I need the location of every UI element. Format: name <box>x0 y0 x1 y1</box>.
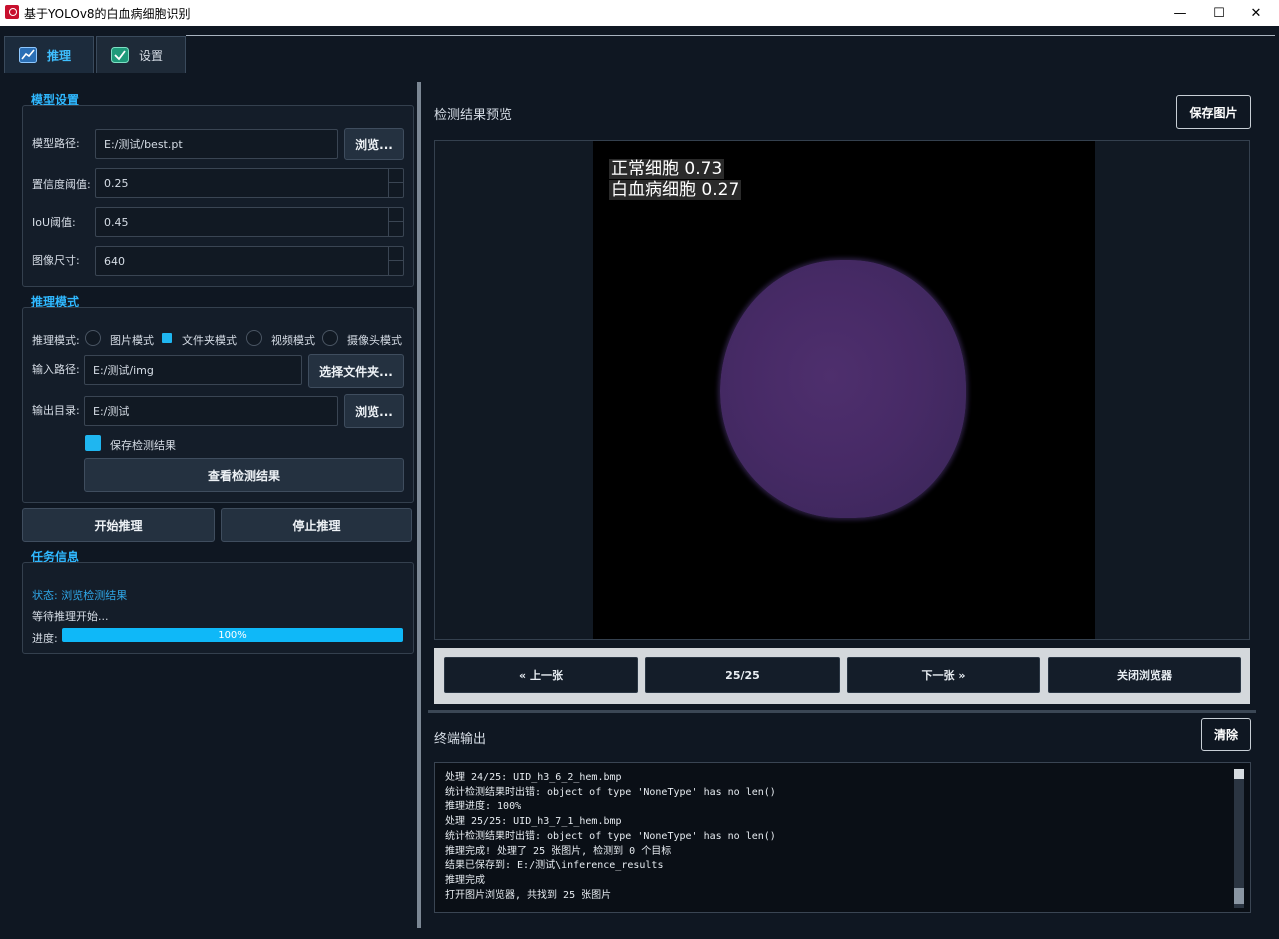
conf-value: 0.25 <box>104 176 129 190</box>
tab-inference[interactable]: 推理 <box>4 36 94 73</box>
terminal-line: 处理 25/25: UID_h3_7_1_hem.bmp <box>445 816 622 828</box>
radio-camera-mode-label: 摄像头模式 <box>347 334 402 347</box>
tab-settings-label: 设置 <box>139 48 164 63</box>
radio-image-mode[interactable] <box>85 330 101 346</box>
iou-spinbox[interactable]: 0.45 <box>95 207 404 237</box>
radio-video-mode-label: 视频模式 <box>271 334 315 347</box>
tab-divider <box>186 35 1275 36</box>
clear-button[interactable]: 清除 <box>1201 718 1251 751</box>
terminal-line: 推理完成 <box>445 874 485 886</box>
imgsz-spin-buttons[interactable] <box>388 246 403 276</box>
terminal-line: 结果已保存到: E:/测试\inference_results <box>445 860 664 872</box>
view-results-button[interactable]: 查看检测结果 <box>84 458 404 492</box>
detection-image: 正常细胞 0.73 白血病细胞 0.27 <box>593 141 1095 639</box>
radio-video-mode[interactable] <box>246 330 262 346</box>
input-path-field[interactable]: E:/测试/img <box>84 355 302 385</box>
progress-label: 进度: <box>32 632 58 645</box>
progress-text: 100% <box>218 629 247 641</box>
radio-image-mode-label: 图片模式 <box>110 334 154 347</box>
radio-folder-mode[interactable] <box>162 333 172 343</box>
progress-bar: 100% <box>62 628 403 642</box>
image-counter: 25/25 <box>645 657 840 693</box>
scroll-up-arrow[interactable] <box>1234 769 1244 779</box>
tab-bar: 推理 设置 <box>0 26 1279 74</box>
next-image-button[interactable]: 下一张 » <box>847 657 1040 693</box>
window-titlebar: 基于YOLOv8的白血病细胞识别 — ☐ ✕ <box>0 0 1279 26</box>
close-browser-button[interactable]: 关闭浏览器 <box>1048 657 1241 693</box>
terminal-scrollbar[interactable] <box>1234 769 1244 908</box>
model-path-label: 模型路径: <box>32 137 80 150</box>
radio-folder-mode-label: 文件夹模式 <box>182 334 237 347</box>
tab-inference-label: 推理 <box>47 48 72 63</box>
mode-label: 推理模式: <box>32 334 80 347</box>
terminal-title: 终端输出 <box>434 732 487 747</box>
model-path-input[interactable]: E:/测试/best.pt <box>95 129 338 159</box>
output-dir-label: 输出目录: <box>32 404 80 417</box>
panel-splitter[interactable] <box>417 82 421 928</box>
conf-label: 置信度阈值: <box>32 178 91 191</box>
save-image-button[interactable]: 保存图片 <box>1176 95 1251 129</box>
chart-icon <box>19 47 37 63</box>
status-text: 状态: 浏览检测结果 <box>32 589 128 602</box>
detection-label-leukemia: 白血病细胞 0.27 <box>609 180 742 200</box>
tab-settings[interactable]: 设置 <box>96 36 186 73</box>
scroll-thumb[interactable] <box>1234 888 1244 904</box>
terminal-line: 统计检测结果时出错: object of type 'NoneType' has… <box>445 830 776 842</box>
image-navigator: « 上一张 25/25 下一张 » 关闭浏览器 <box>434 648 1250 704</box>
preview-title: 检测结果预览 <box>434 108 513 123</box>
input-path-label: 输入路径: <box>32 363 80 376</box>
model-browse-button[interactable]: 浏览... <box>344 128 404 160</box>
prev-image-button[interactable]: « 上一张 <box>444 657 638 693</box>
terminal-text: 处理 24/25: UID_h3_6_2_hem.bmp 统计检测结果时出错: … <box>445 771 776 903</box>
terminal-line: 打开图片浏览器, 共找到 25 张图片 <box>445 889 612 901</box>
window-title: 基于YOLOv8的白血病细胞识别 <box>24 7 191 21</box>
preview-panel: 正常细胞 0.73 白血病细胞 0.27 <box>434 140 1250 640</box>
select-folder-button[interactable]: 选择文件夹... <box>308 354 404 388</box>
vertical-splitter[interactable] <box>428 710 1256 713</box>
output-browse-button[interactable]: 浏览... <box>344 394 404 428</box>
iou-spin-buttons[interactable] <box>388 207 403 237</box>
terminal-line: 处理 24/25: UID_h3_6_2_hem.bmp <box>445 772 622 783</box>
save-results-label: 保存检测结果 <box>110 439 176 452</box>
detection-label-normal: 正常细胞 0.73 <box>609 159 725 179</box>
start-inference-button[interactable]: 开始推理 <box>22 508 215 542</box>
close-button[interactable]: ✕ <box>1233 0 1279 26</box>
imgsz-value: 640 <box>104 254 125 268</box>
iou-label: IoU阈值: <box>32 216 76 229</box>
cell-image <box>720 260 966 518</box>
check-badge-icon <box>111 47 129 63</box>
output-dir-field[interactable]: E:/测试 <box>84 396 338 426</box>
terminal-line: 推理完成! 处理了 25 张图片, 检测到 0 个目标 <box>445 845 672 857</box>
conf-spinbox[interactable]: 0.25 <box>95 168 404 198</box>
app-icon <box>5 5 19 19</box>
conf-spin-buttons[interactable] <box>388 168 403 198</box>
imgsz-spinbox[interactable]: 640 <box>95 246 404 276</box>
status-message: 等待推理开始... <box>32 610 109 623</box>
iou-value: 0.45 <box>104 215 129 229</box>
terminal-line: 推理进度: 100% <box>445 801 522 813</box>
imgsz-label: 图像尺寸: <box>32 254 80 267</box>
save-results-checkbox[interactable] <box>85 435 101 451</box>
radio-camera-mode[interactable] <box>322 330 338 346</box>
terminal-line: 统计检测结果时出错: object of type 'NoneType' has… <box>445 786 776 798</box>
terminal-output[interactable]: 处理 24/25: UID_h3_6_2_hem.bmp 统计检测结果时出错: … <box>434 762 1251 913</box>
stop-inference-button[interactable]: 停止推理 <box>221 508 412 542</box>
